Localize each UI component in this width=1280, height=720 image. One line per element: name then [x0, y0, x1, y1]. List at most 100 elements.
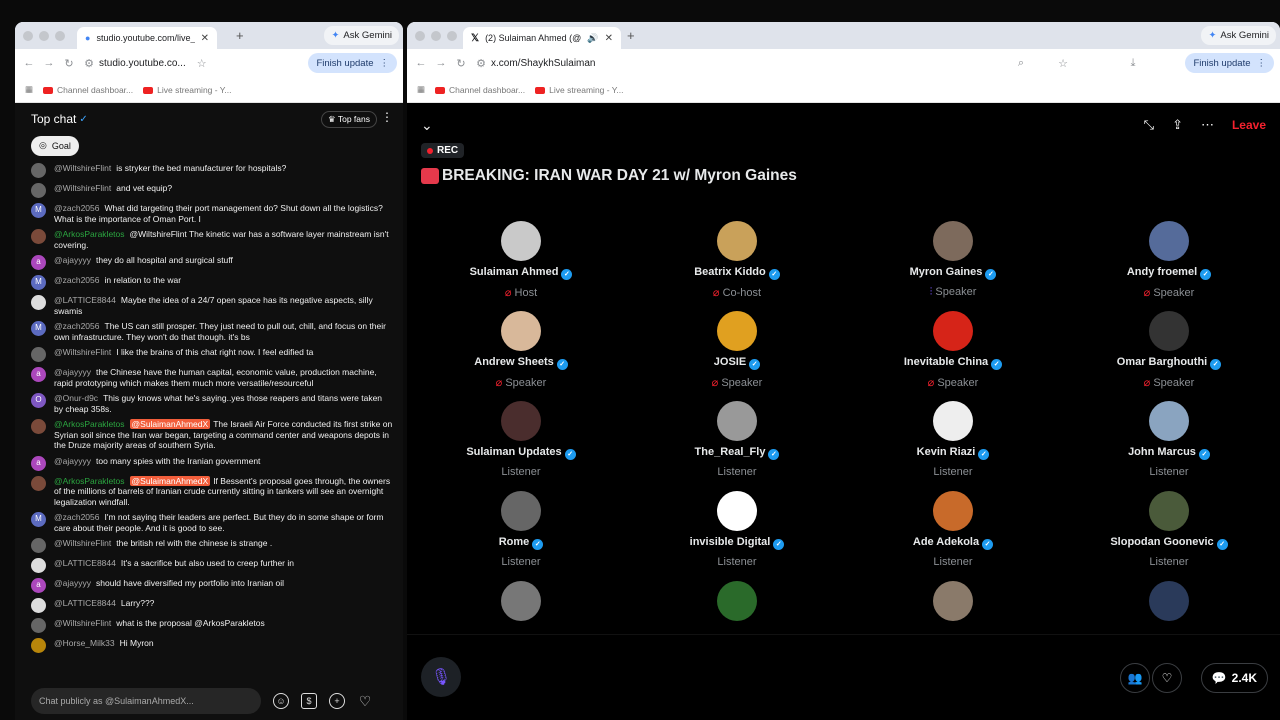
- avatar[interactable]: a: [31, 578, 46, 593]
- participant-avatar[interactable]: [1149, 221, 1189, 261]
- avatar[interactable]: [31, 618, 46, 633]
- close-tab-icon[interactable]: ✕: [605, 33, 613, 44]
- participant-avatar[interactable]: [717, 401, 757, 441]
- participant-avatar[interactable]: [1149, 401, 1189, 441]
- participant-avatar[interactable]: [501, 401, 541, 441]
- author-name[interactable]: @ajayyyy: [54, 367, 91, 377]
- participant[interactable]: invisible Digital ✓ Listener: [629, 491, 845, 568]
- site-info-icon[interactable]: ⚙: [79, 57, 99, 70]
- forward-icon[interactable]: →: [431, 57, 451, 69]
- microphone-icon[interactable]: 🎙: [421, 657, 461, 697]
- participant[interactable]: The_Real_Fly ✓ Listener: [629, 401, 845, 478]
- author-name[interactable]: @WiltshireFlint: [54, 538, 111, 548]
- collapse-chevron-icon[interactable]: ⌄: [421, 117, 433, 134]
- participant-avatar[interactable]: [501, 311, 541, 351]
- bookmark-channel-dashboard[interactable]: Channel dashboar...: [435, 85, 525, 95]
- avatar[interactable]: [31, 538, 46, 553]
- url-field[interactable]: studio.youtube.co...: [99, 58, 186, 69]
- more-icon[interactable]: ⋯: [1201, 117, 1214, 133]
- avatar[interactable]: [31, 229, 46, 244]
- reload-icon[interactable]: ↻: [59, 57, 79, 70]
- super-chat-icon[interactable]: $: [301, 693, 317, 709]
- leave-button[interactable]: Leave: [1232, 118, 1266, 132]
- site-info-icon[interactable]: ⚙: [471, 57, 491, 70]
- avatar[interactable]: a: [31, 255, 46, 270]
- participant-avatar[interactable]: [933, 491, 973, 531]
- participant[interactable]: [413, 581, 629, 621]
- author-name[interactable]: @LATTICE8844: [54, 558, 116, 568]
- participant-avatar[interactable]: [501, 581, 541, 621]
- author-name[interactable]: @WiltshireFlint: [54, 347, 111, 357]
- author-name[interactable]: @Horse_Milk33: [54, 638, 115, 648]
- chat-input[interactable]: Chat publicly as @SulaimanAhmedX...: [31, 688, 261, 714]
- avatar[interactable]: M: [31, 275, 46, 290]
- participant[interactable]: [629, 581, 845, 621]
- participant[interactable]: JOSIE ✓ ⌀ Speaker: [629, 311, 845, 389]
- avatar[interactable]: M: [31, 512, 46, 527]
- top-fans-button[interactable]: ♛ Top fans: [321, 111, 377, 128]
- author-name[interactable]: @WiltshireFlint: [54, 183, 111, 193]
- tab-x-profile[interactable]: 𝕏 (2) Sulaiman Ahmed (@Sh 🔊 ✕: [463, 27, 621, 49]
- comments-button[interactable]: 💬 2.4K: [1200, 663, 1268, 693]
- avatar[interactable]: [31, 638, 46, 653]
- speaker-icon[interactable]: 🔊: [587, 33, 598, 44]
- author-name[interactable]: @zach2056: [54, 321, 100, 331]
- participant[interactable]: Andrew Sheets ✓ ⌀ Speaker: [413, 311, 629, 389]
- participant[interactable]: Slopodan Goonevic ✓ Listener: [1061, 491, 1277, 568]
- avatar[interactable]: [31, 163, 46, 178]
- avatar[interactable]: [31, 295, 46, 310]
- participant-avatar[interactable]: [933, 221, 973, 261]
- participant-avatar[interactable]: [933, 311, 973, 351]
- heart-icon[interactable]: ♡: [357, 693, 373, 709]
- bookmark-channel-dashboard[interactable]: Channel dashboar...: [43, 85, 133, 95]
- avatar[interactable]: a: [31, 455, 46, 471]
- participant[interactable]: John Marcus ✓ Listener: [1061, 401, 1277, 478]
- heart-react-icon[interactable]: ♡: [1152, 663, 1182, 693]
- bookmark-live-streaming[interactable]: Live streaming - Y...: [535, 85, 623, 95]
- minimize-icon[interactable]: ⤡: [1144, 117, 1154, 133]
- bookmark-star-icon[interactable]: ☆: [192, 57, 212, 70]
- participant[interactable]: Myron Gaines ✓ ⫶ Speaker: [845, 221, 1061, 299]
- window-controls[interactable]: [23, 30, 65, 41]
- participant-avatar[interactable]: [933, 581, 973, 621]
- participant[interactable]: Inevitable China ✓ ⌀ Speaker: [845, 311, 1061, 389]
- avatar[interactable]: [31, 558, 46, 573]
- participant-avatar[interactable]: [1149, 581, 1189, 621]
- avatar[interactable]: a: [31, 367, 46, 382]
- finish-update-button[interactable]: Finish update ⋮: [1185, 53, 1274, 73]
- new-tab-icon[interactable]: +: [236, 28, 244, 43]
- goal-chip[interactable]: ◎ Goal: [31, 135, 79, 156]
- apps-icon[interactable]: ▦: [417, 84, 425, 95]
- participant-avatar[interactable]: [717, 491, 757, 531]
- url-field[interactable]: x.com/ShaykhSulaiman: [491, 58, 596, 69]
- author-name[interactable]: @ajayyyy: [54, 456, 91, 466]
- finish-update-button[interactable]: Finish update ⋮: [308, 53, 397, 73]
- bookmark-live-streaming[interactable]: Live streaming - Y...: [143, 85, 231, 95]
- participant[interactable]: Kevin Riazi ✓ Listener: [845, 401, 1061, 478]
- author-name[interactable]: @WiltshireFlint: [54, 618, 111, 628]
- author-name[interactable]: @Onur-d9c: [54, 393, 98, 403]
- participant-avatar[interactable]: [717, 581, 757, 621]
- ask-gemini-button[interactable]: ✦ Ask Gemini: [1201, 26, 1276, 45]
- participant[interactable]: Andy froemel ✓ ⌀ Speaker: [1061, 221, 1277, 299]
- participant-avatar[interactable]: [933, 401, 973, 441]
- mention-chip[interactable]: @SulaimanAhmedX: [129, 475, 211, 486]
- participant[interactable]: Beatrix Kiddo ✓ ⌀ Co-host: [629, 221, 845, 299]
- tab-live-chat[interactable]: ● studio.youtube.com/live_chat ✕: [77, 27, 217, 49]
- author-name[interactable]: @ajayyyy: [54, 578, 91, 588]
- chevron-down-icon[interactable]: ✓: [79, 114, 87, 125]
- window-controls[interactable]: [415, 30, 457, 41]
- author-name[interactable]: @LATTICE8844: [54, 598, 116, 608]
- add-icon[interactable]: +: [329, 693, 345, 709]
- author-name[interactable]: @zach2056: [54, 203, 100, 213]
- participant-avatar[interactable]: [501, 491, 541, 531]
- avatar[interactable]: [31, 598, 46, 613]
- author-name[interactable]: @ArkosParakletos: [54, 476, 125, 486]
- participant-avatar[interactable]: [1149, 491, 1189, 531]
- author-name[interactable]: @LATTICE8844: [54, 295, 116, 305]
- chat-messages[interactable]: @WiltshireFlint is stryker the bed manufa…: [15, 163, 403, 682]
- ask-gemini-button[interactable]: ✦ Ask Gemini: [324, 26, 399, 45]
- participant[interactable]: [1061, 581, 1277, 621]
- author-name[interactable]: @zach2056: [54, 275, 100, 285]
- avatar[interactable]: M: [31, 203, 46, 218]
